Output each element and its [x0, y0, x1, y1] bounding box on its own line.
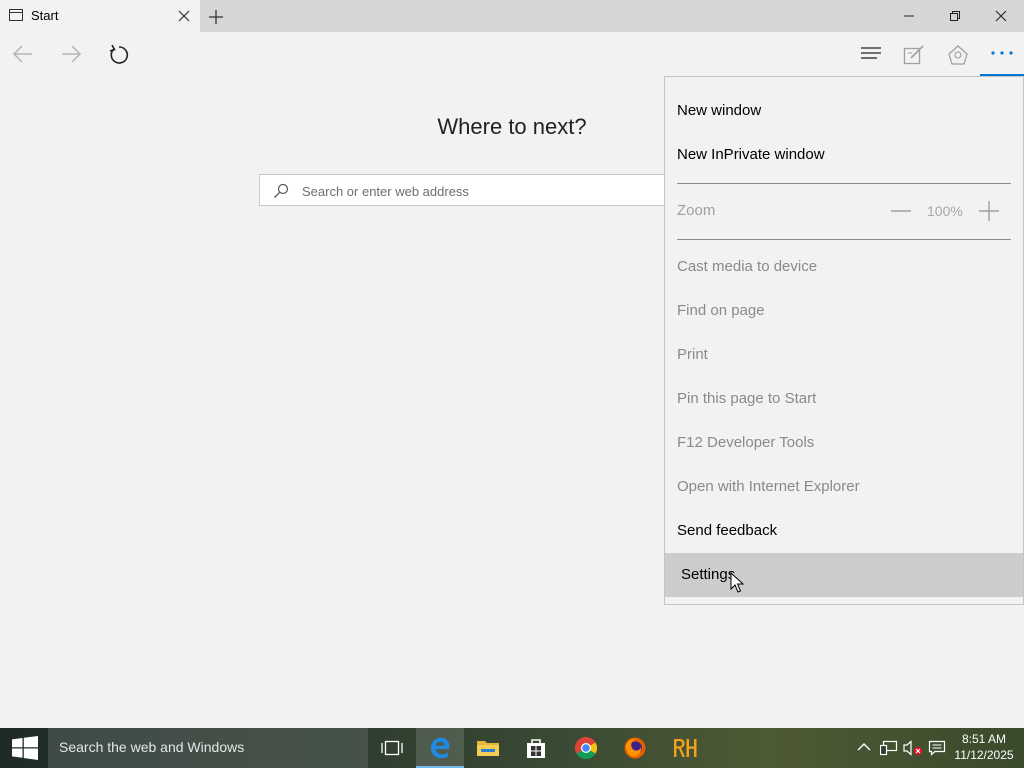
show-hidden-icons-button[interactable]	[853, 728, 877, 768]
rh-app-icon	[674, 739, 697, 757]
title-bar: Start	[0, 0, 1024, 32]
share-button[interactable]	[937, 34, 977, 74]
back-button[interactable]	[2, 34, 42, 74]
taskbar-search-text: Search the web and Windows	[59, 739, 245, 755]
edge-icon	[431, 737, 450, 759]
close-tab-icon[interactable]	[176, 8, 192, 24]
system-clock[interactable]: 8:51 AM 11/12/2025	[950, 731, 1018, 763]
menu-item-send-feedback[interactable]: Send feedback	[665, 509, 1023, 553]
navigation-bar	[0, 32, 1024, 76]
menu-item-pin-to-start[interactable]: Pin this page to Start	[665, 377, 1023, 421]
zoom-out-icon[interactable]	[887, 201, 915, 221]
volume-muted-icon	[903, 740, 922, 756]
forward-arrow-icon	[62, 45, 82, 63]
more-actions-menu: New window New InPrivate window Zoom 100…	[664, 76, 1024, 605]
hub-icon	[861, 47, 881, 59]
menu-item-open-with-ie[interactable]: Open with Internet Explorer	[665, 465, 1023, 509]
task-view-icon	[381, 740, 403, 756]
network-icon	[880, 740, 898, 756]
menu-item-print[interactable]: Print	[665, 333, 1023, 377]
menu-item-new-window[interactable]: New window	[665, 89, 1023, 133]
more-actions-button[interactable]	[980, 32, 1024, 76]
address-search-box[interactable]	[259, 174, 679, 206]
search-input[interactable]	[300, 179, 674, 203]
volume-button[interactable]	[899, 728, 923, 768]
chevron-up-icon	[857, 743, 871, 751]
search-icon	[274, 183, 289, 198]
zoom-in-icon[interactable]	[975, 200, 1003, 222]
close-window-button[interactable]	[978, 0, 1024, 32]
start-button[interactable]	[0, 728, 48, 768]
menu-item-settings[interactable]: Settings	[665, 553, 1023, 597]
action-center-button[interactable]	[924, 728, 948, 768]
store-button[interactable]	[512, 728, 560, 768]
firefox-button[interactable]	[611, 728, 659, 768]
edge-taskbar-button[interactable]	[416, 728, 464, 768]
clock-time: 8:51 AM	[961, 732, 1007, 746]
chrome-icon	[575, 737, 597, 759]
menu-item-new-inprivate-window[interactable]: New InPrivate window	[665, 133, 1023, 177]
task-view-button[interactable]	[368, 728, 416, 768]
share-icon	[948, 45, 968, 65]
zoom-row: Zoom 100%	[665, 189, 1023, 233]
close-icon	[995, 10, 1007, 22]
rh-app-button[interactable]	[660, 728, 708, 768]
clock-date: 11/12/2025	[954, 748, 1014, 762]
restore-icon	[950, 11, 960, 21]
web-note-button[interactable]	[893, 34, 933, 74]
zoom-label: Zoom	[677, 202, 716, 219]
notification-icon	[928, 740, 946, 756]
taskbar: Search the web and Windows 8:51 AM 11/12…	[0, 728, 1024, 768]
refresh-button[interactable]	[98, 34, 138, 74]
menu-item-cast-media[interactable]: Cast media to device	[665, 245, 1023, 289]
minimize-icon	[904, 15, 914, 17]
mouse-cursor-icon	[730, 572, 744, 593]
menu-item-find-on-page[interactable]: Find on page	[665, 289, 1023, 333]
minimize-button[interactable]	[886, 0, 932, 32]
web-note-icon	[903, 45, 924, 65]
network-button[interactable]	[876, 728, 900, 768]
back-arrow-icon	[12, 45, 32, 63]
more-icon	[991, 51, 1013, 55]
page-icon	[9, 9, 23, 21]
menu-divider	[677, 183, 1011, 184]
menu-item-developer-tools[interactable]: F12 Developer Tools	[665, 421, 1023, 465]
new-tab-icon[interactable]	[207, 8, 225, 26]
file-explorer-button[interactable]	[464, 728, 512, 768]
firefox-icon	[624, 737, 646, 759]
forward-button[interactable]	[50, 34, 90, 74]
refresh-icon	[109, 44, 129, 64]
tab-title: Start	[31, 8, 59, 23]
store-icon	[527, 739, 545, 758]
file-explorer-icon	[477, 741, 499, 756]
zoom-level: 100%	[927, 203, 963, 219]
menu-divider	[677, 239, 1011, 240]
chrome-button[interactable]	[562, 728, 610, 768]
taskbar-search-box[interactable]: Search the web and Windows	[48, 728, 368, 768]
hub-button[interactable]	[850, 34, 890, 74]
restore-button[interactable]	[932, 0, 978, 32]
windows-logo-icon	[12, 736, 38, 760]
tab-start[interactable]: Start	[0, 0, 200, 32]
